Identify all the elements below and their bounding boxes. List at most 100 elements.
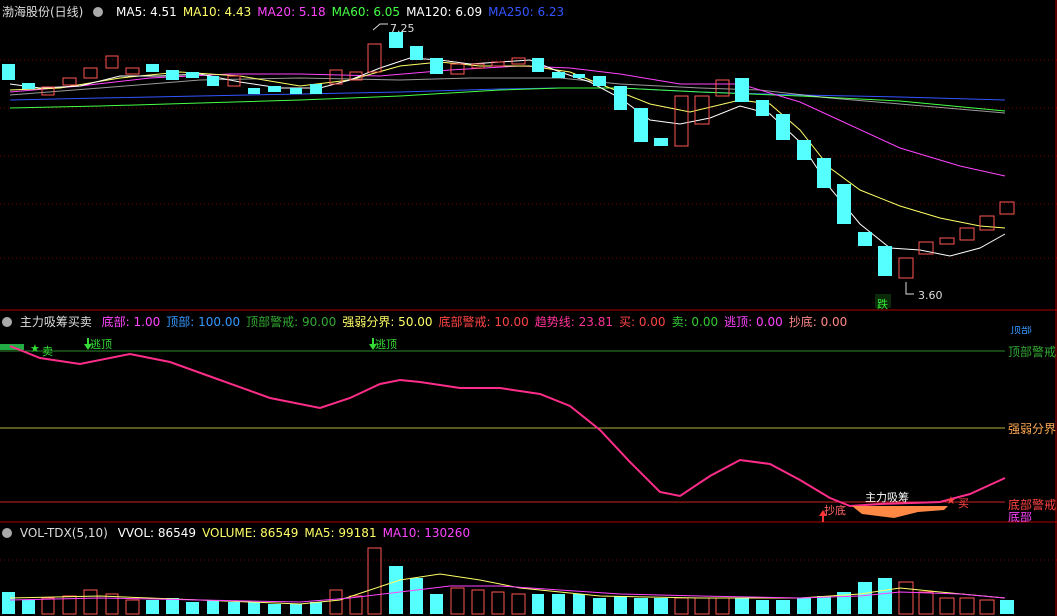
vol-bar: [654, 598, 668, 614]
label-top-warn: 顶部警戒: [1008, 345, 1057, 359]
vol-bar: [614, 596, 627, 614]
settings-circle-icon[interactable]: [93, 7, 104, 17]
sell-star-icon: ★: [30, 342, 40, 355]
main-panel-header: 渤海股份(日线) MA5: 4.51 MA10: 4.43 MA20: 5.18 MA…: [2, 3, 564, 20]
vol-bar: [715, 597, 730, 615]
vol-bar: [268, 604, 281, 614]
settings-circle-icon[interactable]: [2, 317, 12, 327]
vol-bar: [450, 587, 465, 615]
settings-circle-icon[interactable]: [2, 528, 12, 538]
fall-tag: 跌: [877, 298, 888, 311]
sell-signal: 卖: [42, 345, 53, 358]
indicator-legend-item: 顶部警戒: 90.00: [246, 315, 337, 329]
candle: [268, 86, 281, 92]
vol-bar: [186, 602, 199, 614]
vol-bar: [228, 602, 240, 614]
indicator-legend-item: 卖: 0.00: [671, 315, 719, 329]
price-annotations: [372, 23, 914, 308]
main-panel-title[interactable]: 渤海股份(日线): [2, 5, 83, 19]
vol-bar: [367, 547, 382, 615]
candle: [186, 72, 199, 78]
label-bottom: 底部: [1008, 512, 1033, 522]
volume-ma-lines: [9, 573, 1006, 605]
candle: [62, 77, 77, 86]
trend-line: [9, 345, 1006, 508]
vol-bar: [290, 604, 302, 614]
vol-bar: [166, 598, 179, 614]
candle: [532, 58, 544, 72]
candle: [837, 184, 851, 224]
candle: [552, 72, 565, 78]
ma120-line: [9, 87, 1006, 112]
candle: [166, 70, 179, 80]
volume-legend-item: VOLUME: 86549: [202, 526, 299, 540]
moving-average-lines: [9, 57, 1006, 257]
candle: [817, 158, 831, 188]
vol-bar: [207, 600, 219, 614]
volume-panel-header: VOL-TDX(5,10) VVOL: 86549 VOLUME: 86549 MA…: [2, 526, 470, 540]
vol-bar: [634, 598, 648, 614]
indicator-reference-lines: [0, 350, 1005, 503]
candle: [125, 67, 140, 75]
indicator-legend-item: 抄底: 0.00: [788, 315, 848, 329]
ma20-line: [9, 65, 1006, 177]
volume-panel-title[interactable]: VOL-TDX(5,10): [20, 526, 108, 540]
candle: [939, 237, 955, 245]
vol-bar: [125, 599, 140, 615]
ma-legend-item: MA5: 4.51: [116, 5, 177, 19]
volume-bars: [2, 547, 1014, 615]
vol-bar: [471, 589, 485, 615]
indicator-legend-item: 逃顶: 0.00: [724, 315, 783, 329]
candle: [776, 114, 790, 140]
candlesticks: [2, 32, 1015, 279]
stock-chart[interactable]: [0, 0, 1057, 616]
vol-bar: [979, 599, 995, 615]
vol-bar: [959, 597, 975, 615]
ma-legend-item: MA120: 6.09: [406, 5, 483, 19]
vol-bar: [430, 594, 443, 614]
candle: [290, 88, 302, 94]
vol-bar: [248, 602, 260, 614]
vol-bar: [573, 594, 585, 614]
bottom-buy-signal: 抄底: [824, 504, 846, 517]
candle: [146, 64, 159, 72]
candle: [367, 43, 382, 73]
vol-bar: [389, 566, 403, 614]
candle: [979, 215, 995, 231]
candle: [898, 257, 914, 279]
vol-bar: [694, 597, 710, 615]
vol-bar: [41, 597, 55, 615]
label-bottom-warn: 底部警戒: [1008, 498, 1057, 512]
buy-signal: 买: [958, 497, 969, 510]
candle: [248, 88, 260, 94]
accumulation-label: 主力吸筹: [865, 491, 909, 504]
ma-legend-item: MA20: 5.18: [257, 5, 326, 19]
indicator-legend-item: 趋势线: 23.81: [534, 315, 613, 329]
vol-bar: [329, 589, 343, 615]
label-top: 顶部: [1010, 326, 1032, 334]
buy-star-icon: ★: [946, 494, 956, 507]
ma10-line: [9, 61, 1006, 229]
candle: [22, 83, 35, 89]
candle: [959, 227, 975, 241]
vol-bar: [918, 591, 934, 615]
indicator-panel-title[interactable]: 主力吸筹买卖: [20, 315, 92, 329]
candle: [634, 108, 648, 142]
candle: [756, 100, 769, 116]
vol-bar: [756, 600, 769, 614]
vol-bar: [349, 595, 363, 615]
candle: [2, 64, 15, 80]
candle: [410, 46, 423, 60]
indicator-legend-item: 底部警戒: 10.00: [438, 315, 529, 329]
candle: [797, 140, 811, 160]
vol-bar: [939, 597, 955, 615]
vol-bar: [22, 600, 35, 614]
vol-bar: [2, 592, 15, 614]
vol-bar: [735, 598, 749, 614]
vol-bar: [511, 593, 526, 615]
volume-legend-item: VVOL: 86549: [117, 526, 197, 540]
vol-bar: [817, 596, 831, 614]
vol-bar: [491, 591, 505, 615]
indicator-legend-item: 底部: 1.00: [101, 315, 161, 329]
vol-bar: [1000, 600, 1014, 614]
